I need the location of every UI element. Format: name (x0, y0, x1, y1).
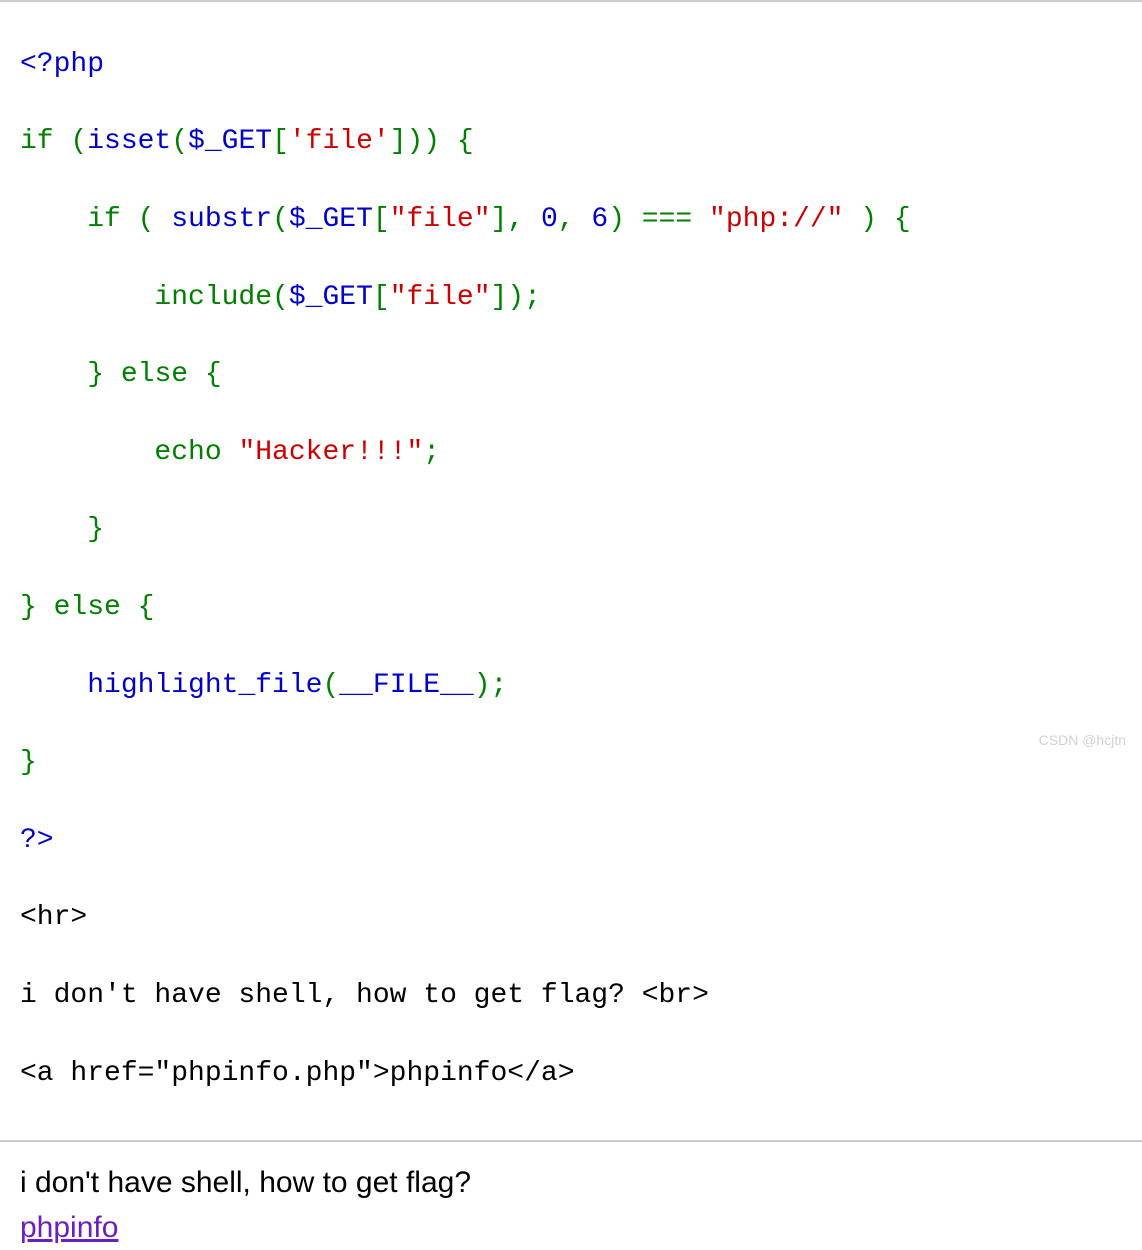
code-line: <?php (20, 46, 1122, 84)
code-line: highlight_file(__FILE__); (20, 667, 1122, 705)
php-open-tag: <?php (20, 49, 104, 80)
code-block: <?php if (isset($_GET['file'])) { if ( s… (0, 2, 1142, 1142)
code-line: if ( substr($_GET["file"], 0, 6) === "ph… (20, 201, 1122, 239)
code-line: } (20, 511, 1122, 549)
code-line: include($_GET["file"]); (20, 279, 1122, 317)
phpinfo-link[interactable]: phpinfo (20, 1211, 118, 1244)
code-line: <a href="phpinfo.php">phpinfo</a> (20, 1055, 1122, 1103)
code-line: } (20, 744, 1122, 782)
code-line: echo "Hacker!!!"; (20, 434, 1122, 472)
code-line: } else { (20, 356, 1122, 394)
question-text: i don't have shell, how to get flag? (20, 1160, 1122, 1205)
watermark: CSDN @hcjtn (1039, 732, 1126, 748)
code-line: } else { (20, 589, 1122, 627)
rendered-html: i don't have shell, how to get flag? php… (0, 1142, 1142, 1250)
code-line: <hr> (20, 899, 1122, 937)
code-line: if (isset($_GET['file'])) { (20, 123, 1122, 161)
code-line: i don't have shell, how to get flag? <br… (20, 977, 1122, 1015)
code-line: ?> (20, 822, 1122, 860)
php-close-tag: ?> (20, 825, 54, 856)
